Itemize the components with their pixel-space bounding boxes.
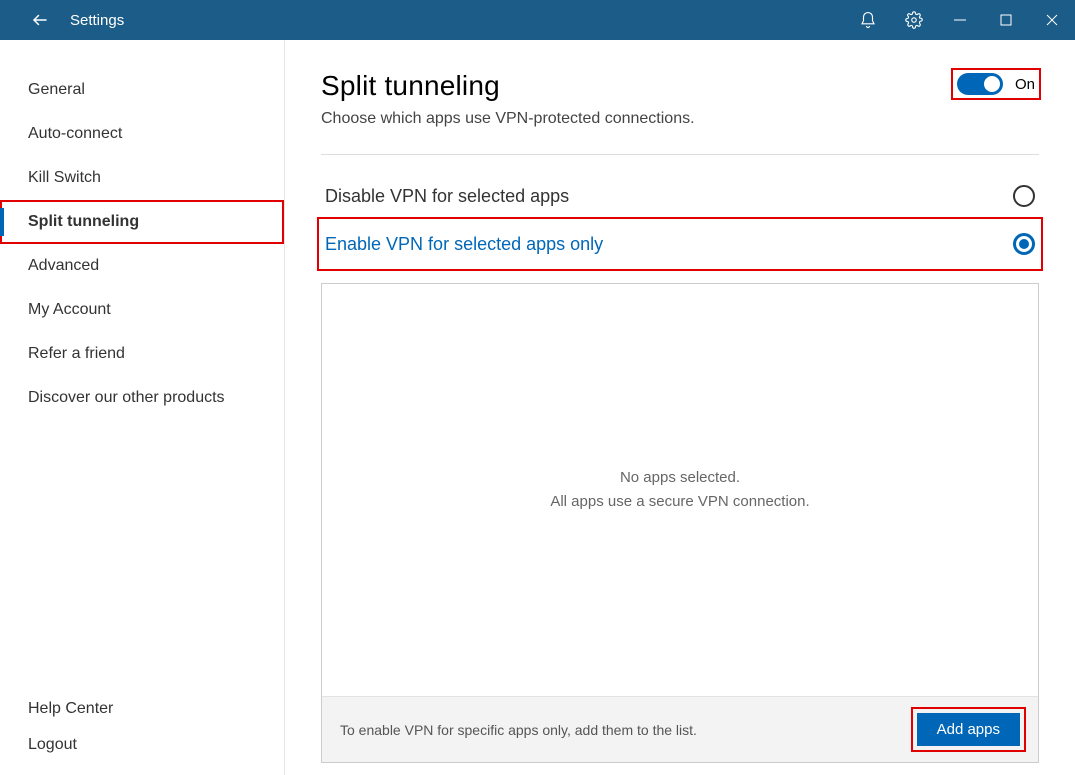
option-disable-vpn[interactable]: Disable VPN for selected apps — [321, 173, 1039, 219]
window-title: Settings — [70, 12, 124, 29]
sidebar-item-kill-switch[interactable]: Kill Switch — [0, 156, 284, 200]
close-button[interactable] — [1029, 0, 1075, 40]
sidebar-item-discover-products[interactable]: Discover our other products — [0, 376, 284, 420]
notifications-icon[interactable] — [845, 0, 891, 40]
apps-list-box: No apps selected. All apps use a secure … — [321, 283, 1039, 763]
sidebar-item-general[interactable]: General — [0, 68, 284, 112]
sidebar-item-refer-friend[interactable]: Refer a friend — [0, 332, 284, 376]
page-subtitle: Choose which apps use VPN-protected conn… — [321, 110, 953, 128]
divider — [321, 154, 1039, 155]
toggle-switch-icon — [957, 73, 1003, 95]
maximize-button[interactable] — [983, 0, 1029, 40]
apps-footer: To enable VPN for specific apps only, ad… — [322, 696, 1038, 762]
sidebar: General Auto-connect Kill Switch Split t… — [0, 40, 285, 775]
toggle-state-label: On — [1015, 76, 1035, 93]
add-apps-button[interactable]: Add apps — [917, 713, 1020, 746]
sidebar-item-my-account[interactable]: My Account — [0, 288, 284, 332]
apps-footer-text: To enable VPN for specific apps only, ad… — [340, 722, 917, 738]
title-bar: Settings — [0, 0, 1075, 40]
radio-icon — [1013, 233, 1035, 255]
page-heading: Split tunneling — [321, 70, 953, 102]
sidebar-item-split-tunneling[interactable]: Split tunneling — [0, 200, 284, 244]
split-tunneling-toggle[interactable]: On — [953, 70, 1039, 98]
back-button[interactable] — [24, 4, 56, 36]
sidebar-item-logout[interactable]: Logout — [0, 727, 284, 763]
sidebar-item-advanced[interactable]: Advanced — [0, 244, 284, 288]
settings-gear-icon[interactable] — [891, 0, 937, 40]
radio-icon — [1013, 185, 1035, 207]
sidebar-item-help-center[interactable]: Help Center — [0, 691, 284, 727]
apps-empty-state: No apps selected. All apps use a secure … — [322, 284, 1038, 696]
option-enable-vpn-only[interactable]: Enable VPN for selected apps only — [321, 221, 1039, 267]
content-area: Split tunneling Choose which apps use VP… — [285, 40, 1075, 775]
minimize-button[interactable] — [937, 0, 983, 40]
sidebar-item-auto-connect[interactable]: Auto-connect — [0, 112, 284, 156]
